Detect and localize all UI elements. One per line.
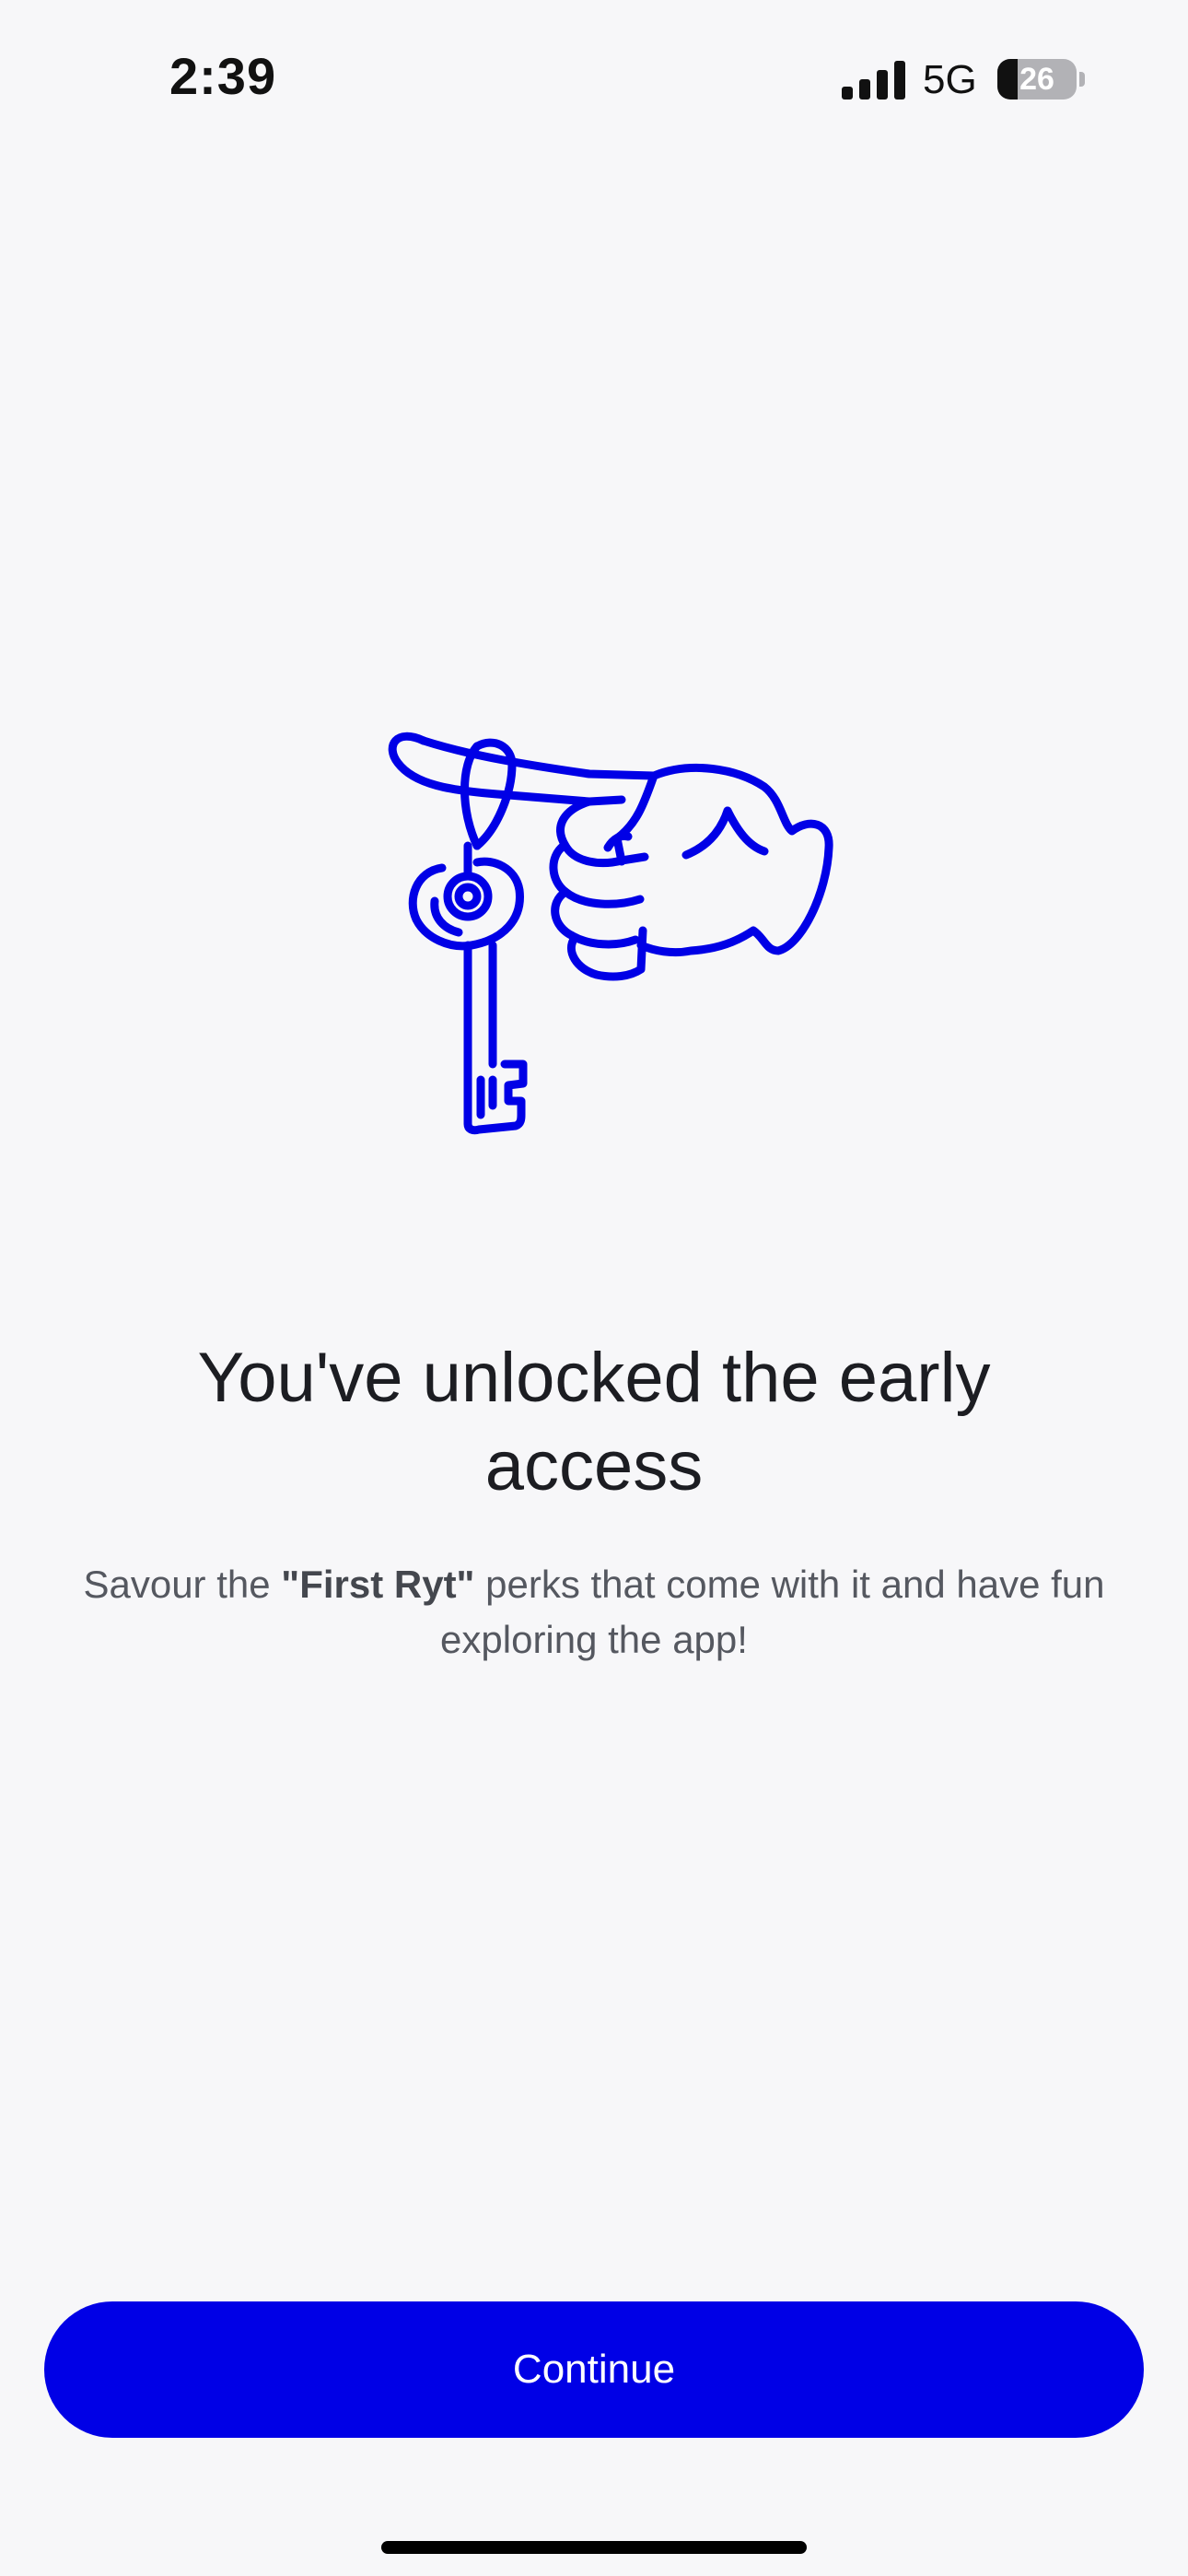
subtitle-prefix: Savour the <box>83 1563 282 1606</box>
cellular-signal-icon <box>842 61 905 100</box>
status-time: 2:39 <box>169 47 277 105</box>
subtitle-highlight: "First Ryt" <box>281 1563 475 1606</box>
battery-cap <box>1079 72 1085 87</box>
battery-level: 26 <box>1019 62 1054 97</box>
subtitle-suffix: perks that come with it and have fun exp… <box>440 1563 1105 1661</box>
early-access-screen: 2:39 5G 26 You've unlocked the early acc… <box>0 0 1188 2576</box>
home-indicator <box>381 2541 807 2554</box>
headline: You've unlocked the early access <box>197 1339 991 1505</box>
hand-holding-key-icon <box>388 732 833 1135</box>
subtitle: Savour the "First Ryt" perks that come w… <box>64 1557 1124 1668</box>
status-bar: 2:39 5G 26 <box>0 0 1188 157</box>
continue-button[interactable]: Continue <box>44 2301 1144 2438</box>
battery-icon: 26 <box>997 59 1077 100</box>
network-type: 5G <box>923 57 977 102</box>
